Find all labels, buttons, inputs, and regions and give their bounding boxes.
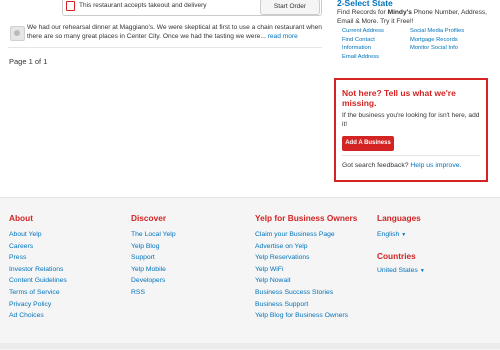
footer [0,197,500,350]
country-selector[interactable]: United States ▼ [377,265,425,278]
footer-link[interactable]: Content Guidelines [9,277,67,284]
pagination-text: Page 1 of 1 [9,57,48,66]
divider [342,155,480,156]
caret-down-icon: ▼ [419,268,425,274]
footer-discover-heading: Discover [131,213,167,223]
footer-owners-links: Claim your Business Page Advertise on Ye… [255,229,348,322]
footer-link[interactable]: Advertise on Yelp [255,243,308,250]
not-here-text: If the business you're looking for isn't… [342,112,480,128]
footer-owners-heading: Yelp for Business Owners [255,213,358,223]
language-selector[interactable]: English ▼ [377,229,406,242]
footer-link[interactable]: Claim your Business Page [255,231,335,238]
language-value[interactable]: English [377,231,399,238]
takeout-bag-icon [66,1,75,11]
footer-link[interactable]: Support [131,254,155,261]
footer-link[interactable]: Yelp Blog for Business Owners [255,312,348,319]
footer-link[interactable]: The Local Yelp [131,231,176,238]
feedback-prefix: Got search feedback? [342,162,409,169]
footer-languages-heading: Languages [377,213,421,223]
link-mortgage-records[interactable]: Mortgage Records [410,37,458,43]
desc-prefix: Find Records for [337,9,388,16]
footer-link[interactable]: Yelp Nowait [255,277,291,284]
read-more-link[interactable]: read more [268,33,298,40]
divider [8,47,322,48]
link-current-address[interactable]: Current Address [342,28,384,34]
footer-link[interactable]: Yelp Reservations [255,254,310,261]
footer-link[interactable]: About Yelp [9,231,42,238]
search-feedback: Got search feedback? Help us improve. [342,162,461,169]
select-links-left: Current Address Find Contact Information… [342,27,384,61]
footer-link[interactable]: Careers [9,243,33,250]
footer-link[interactable]: RSS [131,289,145,296]
footer-countries-heading: Countries [377,251,416,261]
footer-link[interactable]: Ad Choices [9,312,44,319]
footer-link[interactable]: Developers [131,277,165,284]
footer-discover-links: The Local Yelp Yelp Blog Support Yelp Mo… [131,229,176,299]
add-business-button[interactable]: Add A Business [342,136,394,151]
help-us-improve-link[interactable]: Help us improve. [410,162,461,169]
desc-name: Mindy's [387,9,412,16]
footer-link[interactable]: Business Success Stories [255,289,333,296]
link-email-address[interactable]: Email Address [342,54,379,60]
footer-link[interactable]: Investor Relations [9,266,63,273]
footer-link[interactable]: Privacy Policy [9,301,51,308]
link-information[interactable]: Information [342,45,371,51]
footer-about-links: About Yelp Careers Press Investor Relati… [9,229,67,322]
footer-link[interactable]: Yelp WiFi [255,266,283,273]
link-social-media-profiles[interactable]: Social Media Profiles [410,28,464,34]
footer-link[interactable]: Yelp Mobile [131,266,166,273]
footer-link[interactable]: Yelp Blog [131,243,159,250]
select-state-title[interactable]: 2-Select State [337,0,393,8]
caret-down-icon: ▼ [401,232,407,238]
footer-link[interactable]: Press [9,254,26,261]
link-monitor-social-info[interactable]: Monitor Social Info [410,45,458,51]
select-links-right: Social Media Profiles Mortgage Records M… [410,27,464,53]
takeout-text: This restaurant accepts takeout and deli… [79,2,207,9]
not-here-title: Not here? Tell us what we're missing. [342,88,456,108]
link-find-contact[interactable]: Find Contact [342,37,375,43]
select-state-description: Find Records for Mindy's Phone Number, A… [337,9,495,26]
start-order-button[interactable]: Start Order [260,0,320,15]
footer-bottom-bar [0,343,500,349]
review-snippet: We had our rehearsal dinner at Maggiano'… [27,23,322,41]
reviewer-avatar[interactable] [10,26,25,41]
footer-link[interactable]: Business Support [255,301,308,308]
footer-link[interactable]: Terms of Service [9,289,60,296]
footer-about-heading: About [9,213,33,223]
country-value[interactable]: United States [377,267,418,274]
